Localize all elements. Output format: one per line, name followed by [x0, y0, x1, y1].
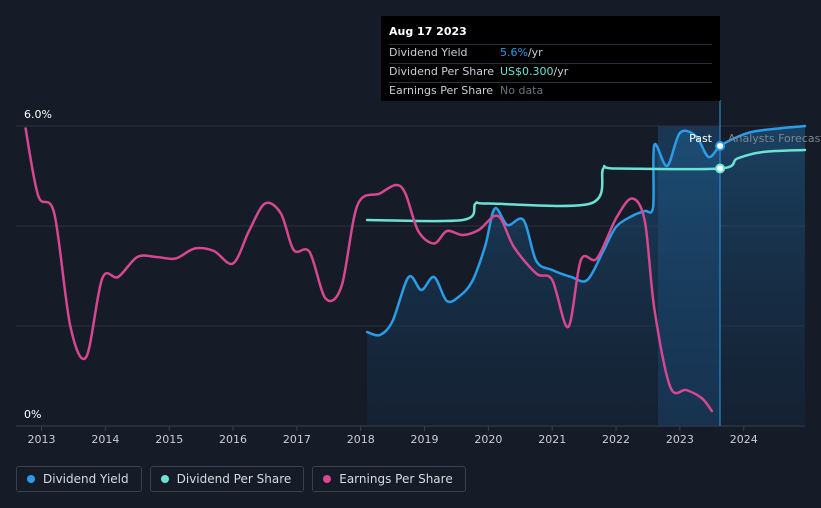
legend-label: Dividend Per Share	[176, 472, 292, 486]
x-tick-label: 2021	[538, 433, 566, 446]
y-tick-bottom: 0%	[24, 408, 41, 421]
tooltip-unit: /yr	[553, 65, 569, 78]
x-tick-label: 2013	[28, 433, 56, 446]
tooltip-label: Earnings Per Share	[389, 84, 494, 97]
dividend-yield-marker	[715, 141, 726, 151]
x-tick-label: 2017	[283, 433, 311, 446]
legend-item-dividend-per-share[interactable]: Dividend Per Share	[149, 466, 305, 492]
y-tick-top: 6.0%	[24, 108, 52, 121]
x-tick-label: 2020	[474, 433, 502, 446]
legend-dot	[27, 475, 35, 483]
tooltip-row-yield: Dividend Yield 5.6% /yr	[389, 44, 712, 63]
tooltip-unit: /yr	[527, 46, 543, 59]
legend-dot	[160, 475, 169, 483]
tooltip-label: Dividend Yield	[389, 46, 468, 59]
legend-item-dividend-yield[interactable]: Dividend Yield	[16, 466, 142, 492]
tooltip: Aug 17 2023 Dividend Yield 5.6% /yr Divi…	[381, 16, 720, 101]
x-tick-label: 2023	[666, 433, 694, 446]
legend: Dividend Yield Dividend Per Share Earnin…	[16, 466, 466, 492]
legend-label: Earnings Per Share	[339, 472, 453, 486]
tooltip-label: Dividend Per Share	[389, 65, 495, 78]
tooltip-row-dps: Dividend Per Share US$0.300 /yr	[389, 63, 712, 82]
legend-item-earnings-per-share[interactable]: Earnings Per Share	[312, 466, 466, 492]
x-tick-label: 2015	[155, 433, 183, 446]
x-tick-label: 2019	[411, 433, 439, 446]
past-label: Past	[689, 132, 713, 145]
tooltip-row-eps: Earnings Per Share No data	[389, 82, 712, 101]
x-tick-label: 2022	[602, 433, 630, 446]
tooltip-value: No data	[500, 84, 544, 97]
legend-dot	[323, 475, 332, 483]
legend-label: Dividend Yield	[43, 472, 129, 486]
dividend-per-share-marker	[715, 163, 726, 174]
x-tick-label: 2014	[91, 433, 119, 446]
x-tick-label: 2024	[730, 433, 758, 446]
forecast-label: Analysts Forecasts	[728, 132, 821, 145]
tooltip-value: US$0.300	[500, 65, 554, 78]
x-tick-label: 2016	[219, 433, 247, 446]
tooltip-date: Aug 17 2023	[389, 25, 467, 38]
x-tick-label: 2018	[347, 433, 375, 446]
tooltip-value: 5.6%	[500, 46, 528, 59]
